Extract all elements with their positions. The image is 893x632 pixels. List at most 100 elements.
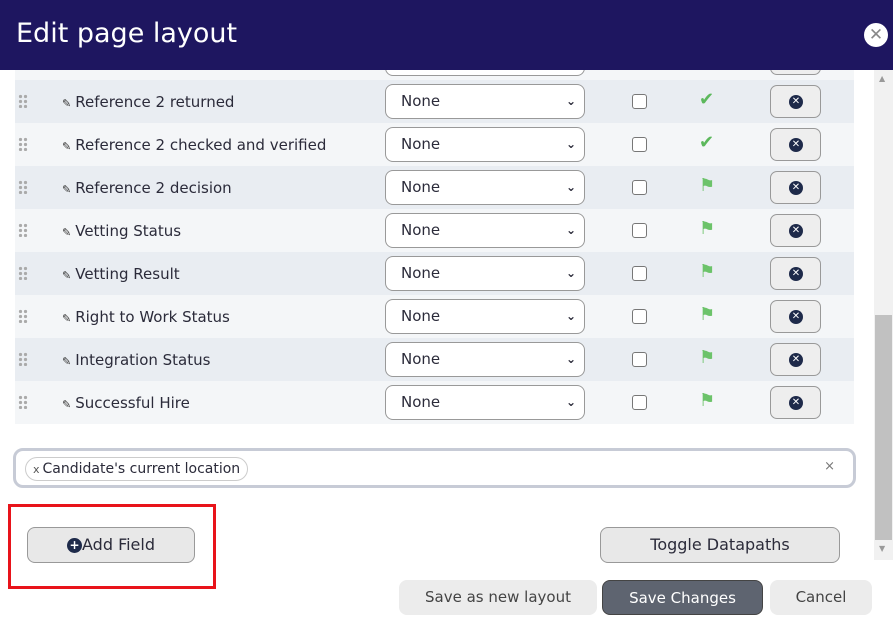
- remove-field-button[interactable]: ✕: [770, 300, 821, 333]
- field-label: ✎ Vetting Result: [62, 265, 180, 283]
- drag-handle-icon[interactable]: [18, 395, 28, 409]
- field-select[interactable]: None ⌄: [385, 385, 585, 420]
- field-select[interactable]: None⌄: [385, 127, 585, 162]
- edit-icon[interactable]: ✎: [62, 183, 71, 196]
- scrollbar[interactable]: ▲ ▼: [874, 70, 893, 560]
- flag-icon: ⚑: [699, 390, 716, 411]
- remove-circle-icon: ✕: [789, 310, 803, 324]
- edit-icon[interactable]: ✎: [62, 140, 71, 153]
- drag-handle-icon[interactable]: [18, 94, 28, 108]
- chevron-down-icon: ⌄: [566, 70, 576, 75]
- check-icon: ✔: [699, 89, 715, 110]
- save-changes-button[interactable]: Save Changes: [602, 580, 763, 615]
- select-value: None: [401, 307, 441, 325]
- selected-tag: x Candidate's current location: [25, 457, 249, 481]
- drag-handle-icon[interactable]: [18, 266, 28, 280]
- cancel-button[interactable]: Cancel: [770, 580, 872, 615]
- remove-circle-icon: ✕: [789, 224, 803, 238]
- check-icon: ✔: [699, 132, 715, 153]
- field-multiselect[interactable]: x Candidate's current location ×: [13, 448, 856, 488]
- remove-field-button[interactable]: ✕: [770, 257, 821, 290]
- remove-field-button[interactable]: ✕: [770, 214, 821, 247]
- field-select[interactable]: None ⌄: [385, 256, 585, 291]
- field-row: ✎ Reference 2 checked and verified None ⌄ …: [15, 123, 854, 166]
- field-name: Reference 2 returned: [75, 93, 235, 111]
- field-label: ✎ Successful Hire: [62, 394, 190, 412]
- tag-label: Candidate's current location: [42, 461, 241, 477]
- chevron-down-icon: ⌄: [565, 266, 576, 280]
- clear-icon[interactable]: ×: [824, 459, 835, 474]
- flag-icon: ⚑: [699, 261, 716, 282]
- chevron-down-icon: ⌄: [565, 352, 576, 366]
- scrollbar-thumb[interactable]: [875, 315, 892, 540]
- chevron-down-icon: ⌄: [565, 180, 576, 194]
- field-checkbox[interactable]: [632, 180, 647, 195]
- drag-handle-icon[interactable]: [18, 309, 28, 323]
- field-row: None⌄ ✔ ✕: [15, 70, 854, 80]
- field-checkbox[interactable]: [632, 266, 647, 281]
- field-name: Vetting Status: [75, 222, 182, 240]
- field-select[interactable]: None⌄: [385, 213, 585, 248]
- close-icon[interactable]: ✕: [864, 23, 888, 47]
- field-row: ✎ Vetting Status None ⌄ ⚑ ✕: [15, 209, 854, 252]
- field-label: ✎ Reference 2 returned: [62, 93, 234, 111]
- scroll-up-icon[interactable]: ▲: [879, 74, 885, 83]
- field-select[interactable]: None⌄: [385, 170, 585, 205]
- dialog-header: Edit page layout ✕: [0, 0, 893, 70]
- edit-icon[interactable]: ✎: [62, 269, 71, 282]
- highlight-box: [8, 504, 216, 589]
- scroll-down-icon[interactable]: ▼: [879, 544, 885, 553]
- remove-field-button[interactable]: ✕: [770, 128, 821, 161]
- field-name: Reference 2 decision: [75, 179, 232, 197]
- field-checkbox[interactable]: [632, 223, 647, 238]
- field-select[interactable]: None ⌄: [385, 299, 585, 334]
- field-name: Vetting Result: [75, 265, 180, 283]
- edit-icon[interactable]: ✎: [62, 355, 71, 368]
- field-checkbox[interactable]: [632, 94, 647, 109]
- field-checkbox[interactable]: [632, 352, 647, 367]
- tag-remove-icon[interactable]: x: [33, 463, 40, 476]
- field-checkbox[interactable]: [632, 395, 647, 410]
- drag-handle-icon[interactable]: [18, 223, 28, 237]
- field-label: ✎ Integration Status: [62, 351, 210, 369]
- field-checkbox[interactable]: [632, 309, 647, 324]
- flag-icon: ⚑: [699, 175, 716, 196]
- remove-circle-icon: ✕: [789, 396, 803, 410]
- edit-icon[interactable]: ✎: [62, 312, 71, 325]
- field-row: ✎ Reference 2 decision None ⌄ ⚑ ✕: [15, 166, 854, 209]
- select-value: None: [401, 350, 441, 368]
- remove-field-button[interactable]: ✕: [770, 85, 821, 118]
- select-value: None: [401, 264, 441, 282]
- field-checkbox[interactable]: [632, 137, 647, 152]
- field-select[interactable]: None⌄: [385, 70, 585, 76]
- chevron-down-icon: ⌄: [565, 223, 576, 237]
- field-select[interactable]: None ⌄: [385, 342, 585, 377]
- drag-handle-icon[interactable]: [18, 180, 28, 194]
- field-select[interactable]: None⌄: [385, 84, 585, 119]
- field-row: ✎ Successful Hire None ⌄ ⚑ ✕: [15, 381, 854, 424]
- toggle-datapaths-button[interactable]: Toggle Datapaths: [600, 527, 840, 563]
- save-as-new-layout-button[interactable]: Save as new layout: [399, 580, 597, 615]
- field-name: Successful Hire: [75, 394, 190, 412]
- drag-handle-icon[interactable]: [18, 137, 28, 151]
- edit-icon[interactable]: ✎: [62, 398, 71, 411]
- remove-circle-icon: ✕: [789, 267, 803, 281]
- select-value: None: [401, 393, 441, 411]
- chevron-down-icon: ⌄: [565, 309, 576, 323]
- field-label: ✎ Vetting Status: [62, 222, 181, 240]
- field-name: Right to Work Status: [75, 308, 230, 326]
- drag-handle-icon[interactable]: [18, 352, 28, 366]
- edit-icon[interactable]: ✎: [62, 97, 71, 110]
- chevron-down-icon: ⌄: [565, 395, 576, 409]
- remove-field-button[interactable]: ✕: [770, 386, 821, 419]
- remove-field-button[interactable]: ✕: [770, 171, 821, 204]
- field-row: ✎ Right to Work Status None ⌄ ⚑ ✕: [15, 295, 854, 338]
- remove-circle-icon: ✕: [789, 95, 803, 109]
- remove-circle-icon: ✕: [789, 138, 803, 152]
- remove-field-button[interactable]: ✕: [770, 343, 821, 376]
- field-label: ✎ Reference 2 decision: [62, 179, 232, 197]
- remove-field-button[interactable]: ✕: [770, 70, 821, 75]
- flag-icon: ⚑: [699, 304, 716, 325]
- edit-icon[interactable]: ✎: [62, 226, 71, 239]
- remove-circle-icon: ✕: [789, 353, 803, 367]
